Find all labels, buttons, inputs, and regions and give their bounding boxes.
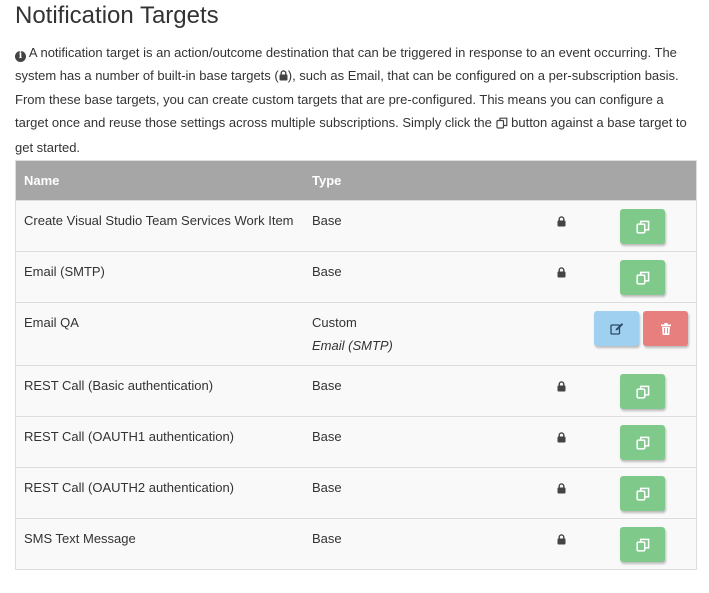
intro-paragraph: i A notification target is an action/out…	[15, 41, 694, 159]
copy-icon	[635, 271, 649, 285]
delete-button[interactable]	[643, 311, 688, 346]
actions-cell	[594, 519, 697, 570]
column-header-type: Type	[312, 173, 342, 188]
target-type: Base	[312, 531, 342, 546]
target-type: Base	[312, 429, 342, 444]
lock-cell	[528, 201, 594, 252]
notification-targets-page: Notification Targets i A notification ta…	[0, 0, 709, 570]
trash-icon	[660, 322, 671, 335]
column-header-name: Name	[24, 173, 60, 188]
table-row: REST Call (OAUTH2 authentication) Base	[15, 467, 697, 519]
actions-cell	[594, 366, 697, 417]
column-header-lock	[528, 161, 594, 201]
targets-table: Name Type Create Visual Studio Team Serv…	[15, 160, 697, 570]
target-type: Base	[312, 480, 342, 495]
table-row: Email QA Custom Email (SMTP)	[15, 302, 697, 366]
copy-icon	[635, 220, 649, 234]
target-name: REST Call (OAUTH2 authentication)	[24, 480, 235, 495]
edit-icon	[609, 322, 623, 335]
table-row: REST Call (Basic authentication) Base	[15, 365, 697, 417]
lock-icon	[557, 533, 566, 548]
lock-cell	[528, 468, 594, 519]
copy-button[interactable]	[620, 260, 665, 295]
lock-icon	[557, 431, 566, 446]
copy-icon	[635, 487, 649, 501]
copy-icon	[635, 436, 649, 450]
lock-icon	[557, 380, 566, 395]
target-name: Email QA	[24, 315, 79, 330]
target-base-type: Email (SMTP)	[312, 338, 393, 353]
edit-button[interactable]	[594, 311, 639, 346]
target-name: Create Visual Studio Team Services Work …	[24, 213, 294, 228]
actions-cell	[594, 201, 697, 252]
copy-button[interactable]	[620, 527, 665, 562]
table-row: Create Visual Studio Team Services Work …	[15, 200, 697, 252]
lock-cell	[528, 303, 594, 366]
target-name: REST Call (Basic authentication)	[24, 378, 214, 393]
lock-cell	[528, 252, 594, 303]
target-name: SMS Text Message	[24, 531, 136, 546]
target-type: Base	[312, 213, 342, 228]
lock-cell	[528, 519, 594, 570]
copy-icon	[495, 113, 508, 136]
copy-icon	[635, 538, 649, 552]
target-type-cell: Custom Email (SMTP)	[304, 303, 528, 366]
target-name: Email (SMTP)	[24, 264, 105, 279]
table-header-row: Name Type	[15, 160, 697, 201]
target-name: REST Call (OAUTH1 authentication)	[24, 429, 235, 444]
copy-button[interactable]	[620, 374, 665, 409]
lock-cell	[528, 417, 594, 468]
lock-icon	[557, 266, 566, 281]
lock-icon	[557, 482, 566, 497]
target-type: Base	[312, 378, 342, 393]
copy-button[interactable]	[620, 476, 665, 511]
copy-button[interactable]	[620, 209, 665, 244]
lock-cell	[528, 366, 594, 417]
actions-cell	[594, 468, 697, 519]
table-row: SMS Text Message Base	[15, 518, 697, 570]
page-title: Notification Targets	[15, 2, 219, 29]
actions-cell	[594, 303, 697, 366]
copy-icon	[635, 385, 649, 399]
info-circle-icon: i	[15, 51, 26, 62]
target-type: Base	[312, 264, 342, 279]
table-row: REST Call (OAUTH1 authentication) Base	[15, 416, 697, 468]
lock-icon	[557, 215, 566, 230]
table-row: Email (SMTP) Base	[15, 251, 697, 303]
column-header-actions	[594, 161, 697, 201]
target-type: Custom	[312, 315, 357, 330]
copy-button[interactable]	[620, 425, 665, 460]
lock-icon	[279, 65, 288, 88]
actions-cell	[594, 252, 697, 303]
actions-cell	[594, 417, 697, 468]
